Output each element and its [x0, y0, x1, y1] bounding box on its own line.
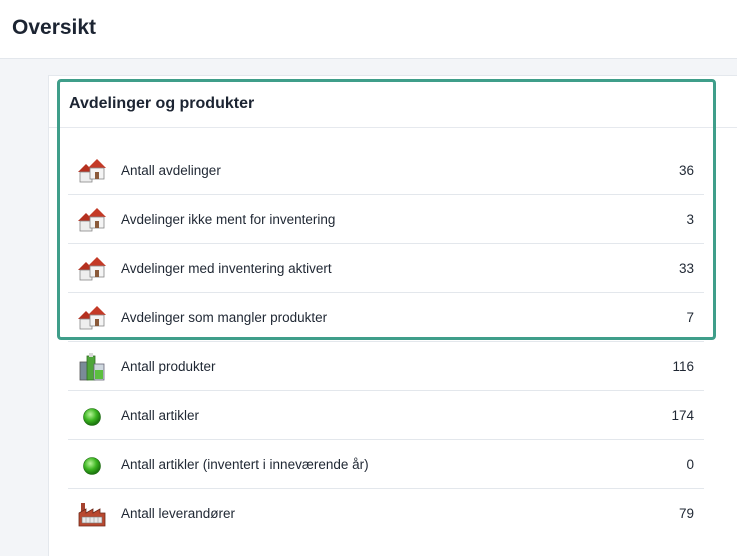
- stat-value: 0: [686, 457, 694, 472]
- stat-value: 3: [686, 212, 694, 227]
- stat-value: 79: [678, 506, 694, 521]
- top-bar: Oversikt: [0, 0, 737, 59]
- houses-icon: [78, 306, 106, 330]
- card-title: Avdelinger og produkter: [69, 95, 255, 112]
- stat-row-inventory-enabled: Avdelinger med inventering aktivert 33: [68, 244, 704, 293]
- stat-row-departments: Antall avdelinger 36: [68, 146, 704, 195]
- green-dot-icon: [83, 457, 101, 475]
- houses-icon: [78, 257, 106, 281]
- stat-value: 174: [671, 408, 694, 423]
- stat-value: 36: [678, 163, 694, 178]
- stat-label: Avdelinger med inventering aktivert: [121, 261, 332, 276]
- stat-value: 116: [672, 359, 694, 374]
- stat-label: Antall artikler (inventert i inneværende…: [121, 457, 369, 472]
- page-title: Oversikt: [12, 16, 97, 39]
- stat-row-missing-products: Avdelinger som mangler produkter 7: [68, 293, 704, 342]
- houses-icon: [78, 208, 106, 232]
- card-header: Avdelinger og produkter: [49, 76, 737, 128]
- stat-label: Avdelinger som mangler produkter: [121, 310, 328, 325]
- stat-label: Antall leverandører: [121, 506, 236, 521]
- stat-value: 33: [678, 261, 694, 276]
- stats-list: Antall avdelinger 36 Avdelinger ikke men…: [68, 146, 704, 538]
- stat-row-suppliers: Antall leverandører 79: [68, 489, 704, 538]
- products-icon: [79, 353, 105, 381]
- stat-row-articles-inventoried: Antall artikler (inventert i inneværende…: [68, 440, 704, 489]
- stat-label: Avdelinger ikke ment for inventering: [121, 212, 336, 227]
- stat-row-not-for-inventory: Avdelinger ikke ment for inventering 3: [68, 195, 704, 244]
- stat-label: Antall produkter: [121, 359, 216, 374]
- stat-row-products: Antall produkter 116: [68, 342, 704, 391]
- green-dot-icon: [83, 408, 101, 426]
- factory-icon: [78, 503, 106, 527]
- stat-label: Antall avdelinger: [121, 163, 221, 178]
- houses-icon: [78, 159, 106, 183]
- stat-label: Antall artikler: [121, 408, 200, 423]
- stat-row-articles: Antall artikler 174: [68, 391, 704, 440]
- stat-value: 7: [686, 310, 694, 325]
